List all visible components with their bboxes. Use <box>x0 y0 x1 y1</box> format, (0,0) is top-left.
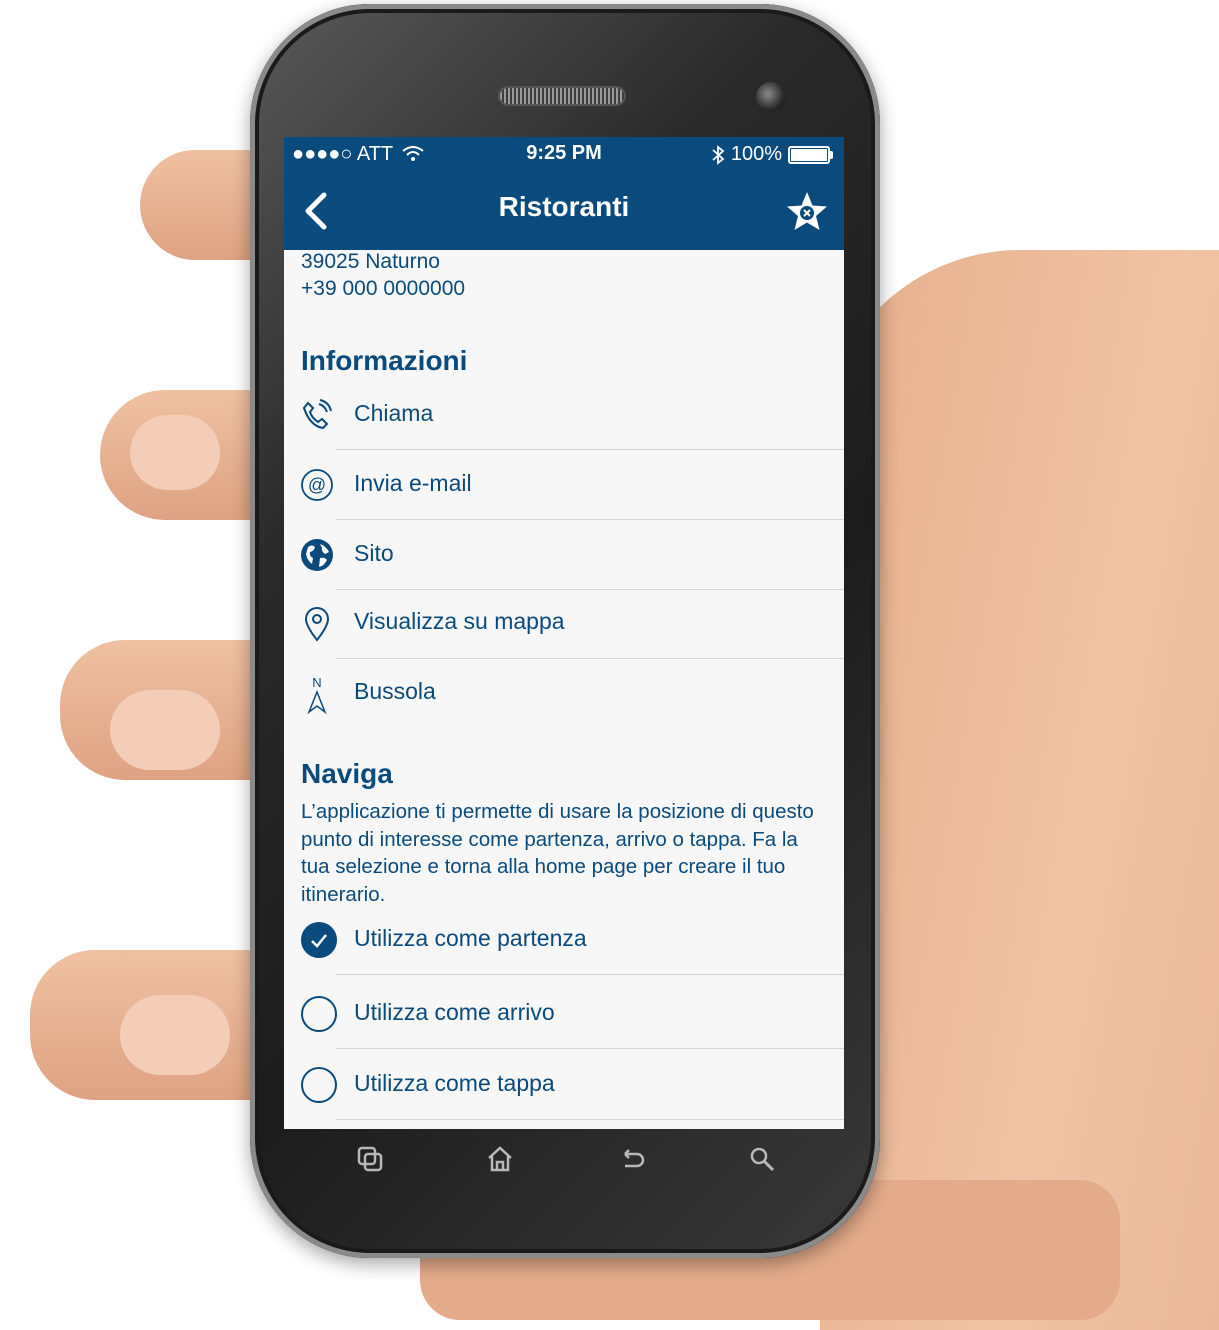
page-title: Ristoranti <box>498 191 630 222</box>
section-title-informazioni: Informazioni <box>301 345 468 376</box>
hardware-buttons <box>250 1144 880 1194</box>
search-icon[interactable] <box>742 1144 782 1184</box>
option-label: Utilizza come partenza <box>354 925 587 951</box>
option-label: Utilizza come arrivo <box>354 999 555 1025</box>
radio-unchecked-icon[interactable] <box>301 1067 337 1103</box>
info-row-label: Invia e-mail <box>354 470 472 496</box>
checkbox-checked-icon[interactable] <box>301 922 337 958</box>
battery-area: 100% <box>711 143 833 166</box>
address-line: 39025 Naturno <box>301 250 440 273</box>
naviga-description: L’applicazione ti permette di usare la p… <box>301 800 814 906</box>
info-row-label: Visualizza su mappa <box>354 608 565 634</box>
status-bar: ●●●●○ ATT 9:25 PM 100% <box>284 137 844 171</box>
navigation-bar: Ristoranti <box>284 171 844 250</box>
option-partenza[interactable]: Utilizza come partenza <box>284 905 844 975</box>
home-icon[interactable] <box>480 1144 520 1184</box>
info-row-bussola[interactable]: N Bussola <box>284 660 844 730</box>
phone-call-icon <box>300 398 334 432</box>
info-row-sito[interactable]: Sito <box>284 520 844 590</box>
map-pin-icon <box>300 606 334 642</box>
globe-icon <box>300 538 334 572</box>
info-row-label: Bussola <box>354 678 436 704</box>
fingernail <box>120 995 230 1075</box>
app-screen: ●●●●○ ATT 9:25 PM 100% Ristoranti 39025 … <box>284 137 844 1129</box>
svg-text:N: N <box>312 675 321 690</box>
fingernail <box>110 690 220 770</box>
info-row-chiama[interactable]: Chiama <box>284 380 844 450</box>
svg-text:@: @ <box>308 475 326 495</box>
option-tappa[interactable]: Utilizza come tappa <box>284 1050 844 1120</box>
info-row-email[interactable]: @ Invia e-mail <box>284 450 844 520</box>
detail-content: 39025 Naturno +39 000 0000000 Informazio… <box>284 250 844 1129</box>
bluetooth-icon <box>712 144 725 165</box>
radio-unchecked-icon[interactable] <box>301 996 337 1032</box>
back-icon[interactable] <box>612 1144 652 1184</box>
section-title-naviga: Naviga <box>301 758 393 789</box>
info-row-label: Sito <box>354 540 394 566</box>
row-divider <box>336 974 844 975</box>
option-arrivo[interactable]: Utilizza come arrivo <box>284 979 844 1049</box>
info-row-label: Chiama <box>354 400 434 426</box>
option-label: Utilizza come tappa <box>354 1070 555 1096</box>
at-sign-icon: @ <box>300 468 334 502</box>
front-camera <box>756 82 786 112</box>
info-row-mappa[interactable]: Visualizza su mappa <box>284 590 844 660</box>
speaker-grille <box>500 88 624 104</box>
battery-level <box>791 148 827 161</box>
row-divider <box>336 658 844 659</box>
fingernail <box>130 415 220 490</box>
phone-number: +39 000 0000000 <box>301 277 466 300</box>
star-remove-icon[interactable] <box>784 189 830 235</box>
compass-icon: N <box>300 674 334 715</box>
row-divider <box>336 1048 844 1049</box>
battery-icon <box>788 145 833 164</box>
battery-percent: 100% <box>730 143 782 165</box>
row-divider <box>336 1119 844 1120</box>
recent-apps-icon[interactable] <box>350 1144 390 1184</box>
